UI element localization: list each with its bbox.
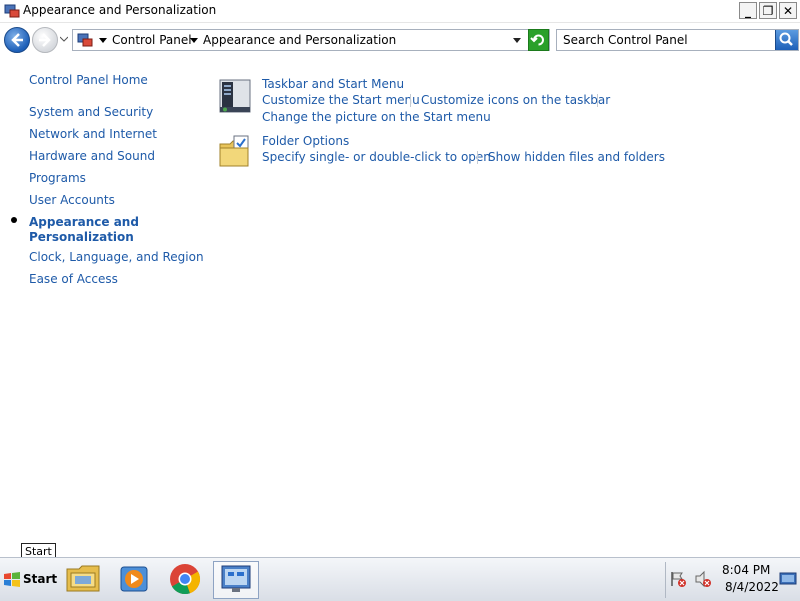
media-player-icon: [120, 566, 148, 592]
search-icon: [779, 32, 793, 46]
clock-time[interactable]: 8:04 PM: [722, 563, 770, 577]
explorer-icon: [66, 565, 100, 592]
search-input[interactable]: [557, 30, 775, 50]
change-start-menu-picture-link[interactable]: Change the picture on the Start menu: [262, 110, 491, 124]
customize-taskbar-icons-link[interactable]: Customize icons on the taskbar: [421, 93, 610, 107]
start-button[interactable]: Start: [2, 567, 57, 593]
link-separator: [477, 151, 478, 164]
window-title: Appearance and Personalization: [23, 3, 217, 17]
link-separator: [410, 94, 411, 107]
sidebar-item-clock-language-region[interactable]: Clock, Language, and Region: [29, 250, 204, 265]
single-double-click-link[interactable]: Specify single- or double-click to open: [262, 150, 491, 164]
search-box: [556, 29, 799, 51]
start-label: Start: [23, 572, 58, 586]
customize-start-menu-link[interactable]: Customize the Start menu: [262, 93, 420, 107]
breadcrumb-appearance[interactable]: Appearance and Personalization: [203, 33, 396, 47]
taskbar-start-menu-heading[interactable]: Taskbar and Start Menu: [262, 77, 404, 91]
sidebar-item-control-panel-home[interactable]: Control Panel Home: [29, 73, 148, 88]
control-panel-icon: [4, 4, 20, 18]
control-panel-icon: [221, 565, 251, 592]
windows-logo-icon: [4, 572, 20, 587]
forward-button[interactable]: [32, 27, 58, 53]
restore-button[interactable]: ❐: [759, 2, 777, 19]
taskbar: Start: [0, 557, 800, 601]
taskbar-control-panel-button[interactable]: [213, 561, 259, 599]
refresh-icon: [530, 34, 544, 46]
recent-pages-dropdown-icon[interactable]: [60, 35, 68, 43]
show-hidden-files-link[interactable]: Show hidden files and folders: [488, 150, 665, 164]
sidebar-item-appearance-line1[interactable]: Appearance and: [29, 215, 139, 230]
clock-date[interactable]: 8/4/2022: [725, 580, 779, 594]
show-desktop-icon[interactable]: [779, 571, 797, 587]
link-separator: [597, 94, 598, 107]
breadcrumb-separator-icon[interactable]: [99, 38, 107, 43]
navigation-bar: Control Panel Appearance and Personaliza…: [0, 23, 800, 56]
taskbar-icon[interactable]: [218, 78, 252, 114]
sidebar-item-hardware-sound[interactable]: Hardware and Sound: [29, 149, 155, 164]
address-bar[interactable]: Control Panel Appearance and Personaliza…: [72, 29, 550, 51]
title-bar: Appearance and Personalization _ ❐ ✕: [0, 0, 800, 23]
folder-options-icon[interactable]: [218, 134, 252, 170]
back-button[interactable]: [4, 27, 30, 53]
address-dropdown-icon[interactable]: [513, 38, 521, 43]
refresh-button[interactable]: [528, 29, 549, 51]
sidebar-item-system-security[interactable]: System and Security: [29, 105, 153, 120]
search-button[interactable]: [775, 30, 798, 50]
breadcrumb-control-panel[interactable]: Control Panel: [112, 33, 192, 47]
chrome-icon: [170, 564, 201, 595]
tray-divider: [665, 562, 666, 598]
folder-options-heading[interactable]: Folder Options: [262, 134, 349, 148]
volume-muted-icon[interactable]: [694, 570, 712, 588]
taskbar-media-player-button[interactable]: [112, 561, 158, 599]
forward-arrow-icon: [39, 33, 51, 47]
control-panel-icon: [77, 33, 93, 47]
taskbar-chrome-button[interactable]: [163, 561, 209, 599]
sidebar-item-ease-of-access[interactable]: Ease of Access: [29, 272, 118, 287]
taskbar-explorer-button[interactable]: [61, 561, 107, 599]
current-page-bullet: [11, 217, 17, 223]
sidebar-item-appearance-line2[interactable]: Personalization: [29, 230, 134, 245]
breadcrumb-separator-icon[interactable]: [190, 38, 198, 43]
sidebar-item-network-internet[interactable]: Network and Internet: [29, 127, 157, 142]
sidebar-item-programs[interactable]: Programs: [29, 171, 86, 186]
back-arrow-icon: [11, 33, 23, 47]
sidebar-item-user-accounts[interactable]: User Accounts: [29, 193, 115, 208]
action-center-flag-icon[interactable]: [669, 570, 687, 588]
close-button[interactable]: ✕: [779, 2, 797, 19]
minimize-button[interactable]: _: [739, 2, 757, 19]
